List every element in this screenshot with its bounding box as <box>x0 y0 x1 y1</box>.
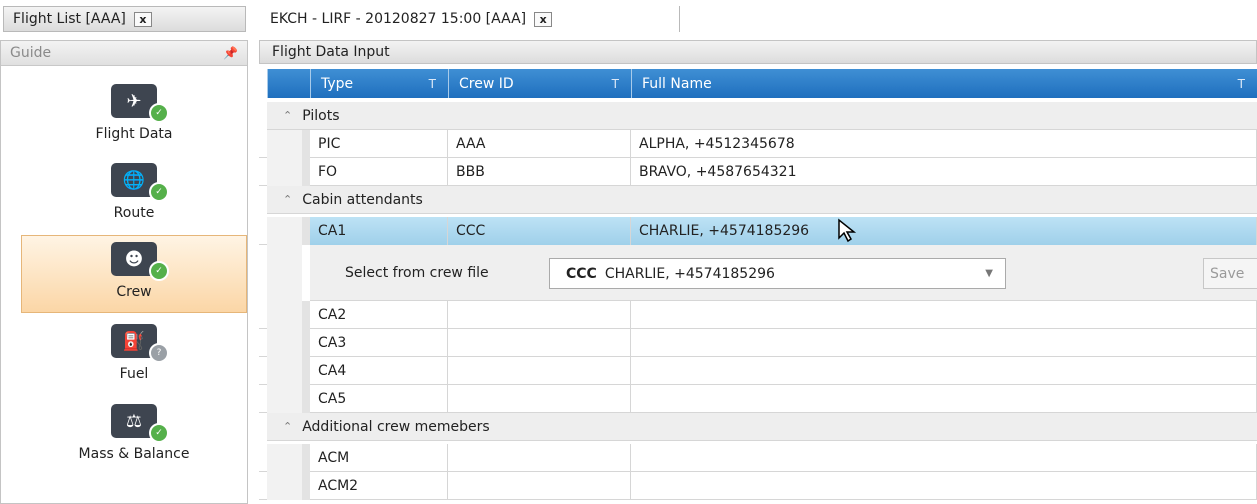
table-row[interactable]: ACM2 <box>259 472 1257 500</box>
column-header-label: Full Name <box>642 75 712 92</box>
cell-type[interactable]: CA3 <box>310 329 448 357</box>
collapse-icon[interactable]: ⌃ <box>283 193 292 206</box>
group-row-pilots[interactable]: ⌃ Pilots <box>267 102 1257 130</box>
plane-icon: ✈ ✓ <box>111 84 169 123</box>
cell-full-name[interactable] <box>631 472 1257 500</box>
cell-crew-id[interactable]: AAA <box>448 130 631 158</box>
guide-item-label: Fuel <box>119 366 149 382</box>
cell-type[interactable]: CA2 <box>310 301 448 329</box>
cell-crew-id[interactable] <box>448 472 631 500</box>
group-label: Cabin attendants <box>302 191 423 208</box>
cell-type[interactable]: CA1 <box>310 217 448 245</box>
cell-full-name[interactable] <box>631 301 1257 329</box>
check-icon: ✓ <box>149 261 169 281</box>
cell-type[interactable]: CA4 <box>310 357 448 385</box>
table-row[interactable]: CA2 <box>259 301 1257 329</box>
guide-item-label: Crew <box>116 284 152 300</box>
select-from-crew-file-label: Select from crew file <box>345 265 489 281</box>
column-header-full-name[interactable]: Full Name T <box>631 69 1257 98</box>
cell-type[interactable]: PIC <box>310 130 448 158</box>
cell-full-name[interactable]: ALPHA, +4512345678 <box>631 130 1257 158</box>
flight-data-input-panel: Flight Data Input Type T Crew ID T Full … <box>259 40 1257 504</box>
guide-header: Guide 📌 <box>1 41 247 66</box>
crew-file-select[interactable]: CCC CHARLIE, +4574185296 ▼ <box>549 258 1006 289</box>
cell-full-name[interactable]: CHARLIE, +4574185296 <box>631 217 1257 245</box>
guide-item-route[interactable]: 🌐 ✓ Route <box>21 155 247 233</box>
cell-crew-id[interactable] <box>448 385 631 413</box>
document-tab-strip: Flight List [AAA] x EKCH - LIRF - 201208… <box>0 0 1257 38</box>
collapse-icon[interactable]: ⌃ <box>283 420 292 433</box>
cell-crew-id[interactable]: CCC <box>448 217 631 245</box>
crew-icon: ☻ ✓ <box>111 242 169 281</box>
filter-icon[interactable]: T <box>1238 77 1245 91</box>
collapse-icon[interactable]: ⌃ <box>283 109 292 122</box>
cell-crew-id[interactable] <box>448 301 631 329</box>
panel-title: Flight Data Input <box>272 44 390 60</box>
crew-detail-editor: Select from crew file CCC CHARLIE, +4574… <box>310 245 1257 301</box>
close-icon[interactable]: x <box>133 11 152 27</box>
table-row[interactable]: CA5 <box>259 385 1257 413</box>
guide-item-flight-data[interactable]: ✈ ✓ Flight Data <box>21 76 247 154</box>
tab-flight-list-label: Flight List [AAA] <box>13 11 126 27</box>
filter-icon[interactable]: T <box>612 77 619 91</box>
fuel-icon: ⛽? <box>111 324 169 363</box>
group-row-additional-crew[interactable]: ⌃ Additional crew memebers <box>267 413 1257 441</box>
cell-full-name[interactable] <box>631 329 1257 357</box>
panel-header: Flight Data Input <box>259 40 1257 64</box>
group-label: Pilots <box>302 107 340 124</box>
cell-full-name[interactable]: BRAVO, +4587654321 <box>631 158 1257 186</box>
selected-crew-id: CCC <box>566 265 597 282</box>
guide-item-mass-balance[interactable]: ⚖ ✓ Mass & Balance <box>21 396 247 474</box>
guide-panel: Guide 📌 ✈ ✓ Flight Data 🌐 ✓ Route ☻ ✓ Crew … <box>0 40 248 504</box>
filter-icon[interactable]: T <box>429 77 436 91</box>
column-header-crew-id[interactable]: Crew ID T <box>448 69 631 98</box>
group-row-cabin-attendants[interactable]: ⌃ Cabin attendants <box>267 186 1257 214</box>
table-row[interactable]: ACM <box>259 444 1257 472</box>
save-button[interactable]: Save <box>1203 258 1257 289</box>
cell-crew-id[interactable]: BBB <box>448 158 631 186</box>
cell-type[interactable]: CA5 <box>310 385 448 413</box>
close-icon[interactable]: x <box>534 11 553 27</box>
guide-item-label: Mass & Balance <box>78 446 190 462</box>
chevron-down-icon[interactable]: ▼ <box>985 268 993 279</box>
column-header-type[interactable]: Type T <box>310 69 448 98</box>
column-header-label: Crew ID <box>459 75 514 92</box>
table-row[interactable]: CA4 <box>259 357 1257 385</box>
cell-crew-id[interactable] <box>448 329 631 357</box>
table-row[interactable]: PIC AAA ALPHA, +4512345678 <box>259 130 1257 158</box>
mouse-cursor-icon <box>838 218 857 243</box>
guide-title: Guide <box>10 45 52 61</box>
column-header-label: Type <box>321 75 354 92</box>
cell-crew-id[interactable] <box>448 357 631 385</box>
group-label: Additional crew memebers <box>302 418 490 435</box>
cell-full-name[interactable] <box>631 444 1257 472</box>
cell-full-name[interactable] <box>631 357 1257 385</box>
guide-item-label: Flight Data <box>95 126 173 142</box>
table-row-selected[interactable]: CA1 CCC CHARLIE, +4574185296 <box>259 217 1257 245</box>
check-icon: ✓ <box>149 182 169 202</box>
pin-icon[interactable]: 📌 <box>223 46 238 60</box>
tab-flight-label: EKCH - LIRF - 20120827 15:00 [AAA] <box>270 11 527 27</box>
tab-flight-list[interactable]: Flight List [AAA] x <box>3 6 246 32</box>
cell-type[interactable]: ACM <box>310 444 448 472</box>
guide-item-label: Route <box>113 205 155 221</box>
guide-item-fuel[interactable]: ⛽? Fuel <box>21 316 247 394</box>
check-icon: ✓ <box>149 103 169 123</box>
check-icon: ✓ <box>149 423 169 443</box>
cell-type[interactable]: FO <box>310 158 448 186</box>
scale-icon: ⚖ ✓ <box>111 404 169 443</box>
cell-full-name[interactable] <box>631 385 1257 413</box>
globe-icon: 🌐 ✓ <box>111 163 169 202</box>
row-header-corner <box>267 69 310 98</box>
tab-flight-ekch-lirf[interactable]: EKCH - LIRF - 20120827 15:00 [AAA] x <box>260 6 680 32</box>
guide-item-crew[interactable]: ☻ ✓ Crew <box>21 235 247 313</box>
selected-crew-name: CHARLIE, +4574185296 <box>604 265 775 282</box>
cell-type[interactable]: ACM2 <box>310 472 448 500</box>
table-row[interactable]: CA3 <box>259 329 1257 357</box>
table-row[interactable]: FO BBB BRAVO, +4587654321 <box>259 158 1257 186</box>
cell-crew-id[interactable] <box>448 444 631 472</box>
pending-icon: ? <box>149 343 169 363</box>
